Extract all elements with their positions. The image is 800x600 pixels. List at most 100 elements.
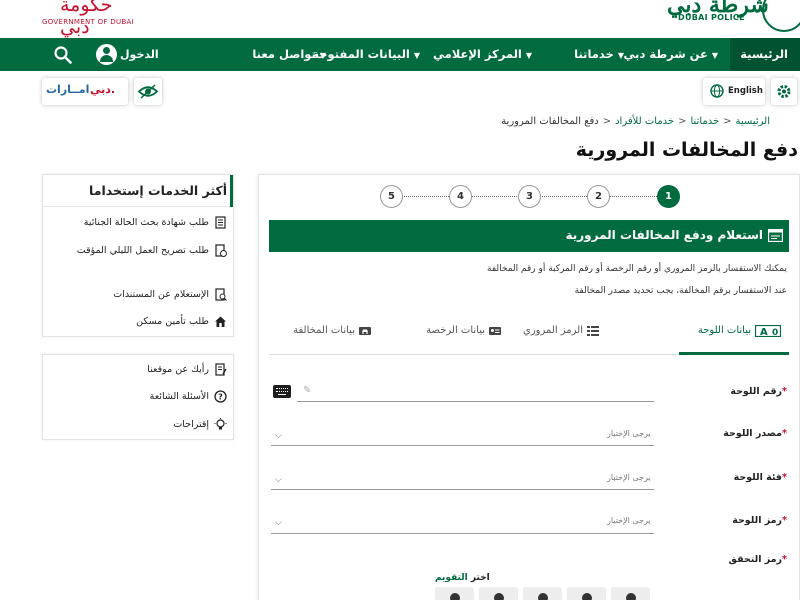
page-title: دفع المخالفات المرورية (575, 139, 798, 161)
government-of-dubai-logo[interactable]: حكومة دبي GOVERNMENT OF DUBAI (40, 0, 134, 38)
captcha-instruction: اختر التقويم (435, 573, 490, 583)
link-suggestions[interactable]: إقتراحات (67, 417, 227, 433)
captcha-image-icon (626, 593, 636, 600)
breadcrumb-current: دفع المخالفات المرورية (501, 116, 599, 127)
step-3: 3 (518, 185, 541, 208)
nav-open-data[interactable]: البيانات المفتوحة ▼ (312, 38, 420, 71)
chevron-down-icon: ⌵ (275, 475, 282, 485)
breadcrumb-home[interactable]: الرئيسية (736, 116, 770, 127)
car-ticket-icon (359, 327, 371, 335)
plate-category-select[interactable] (271, 489, 654, 490)
plate-number-label: رقم اللوحة* (730, 386, 787, 397)
captcha-image-icon (494, 593, 504, 600)
breadcrumb-individual-services[interactable]: خدمات للأفراد (615, 116, 674, 127)
breadcrumb-our-services[interactable]: خدماتنا (690, 116, 719, 127)
police-logo-english: DUBAI POLICE (678, 13, 745, 22)
chevron-down-icon: ▼ (413, 51, 420, 60)
service-documents-inquiry[interactable]: الإستعلام عن المستندات (67, 287, 227, 303)
login-label: الدخول (120, 48, 159, 61)
plate-code-label: رمز اللوحة* (732, 515, 787, 526)
language-label: English (728, 86, 763, 96)
section-banner: استعلام ودفع المخالفات المرورية (269, 220, 789, 252)
chevron-down-icon: ⌵ (275, 518, 282, 528)
step-1: 1 (657, 185, 680, 208)
captcha-option-5[interactable] (611, 587, 650, 600)
plate-code-placeholder: يرجى الإختيار (607, 516, 651, 525)
home-icon (215, 316, 226, 327)
plate-category-placeholder: يرجى الإختيار (607, 473, 651, 482)
plate-icon: A0 (755, 325, 781, 337)
search-icon[interactable] (54, 46, 72, 64)
feedback-links-card: رأيك عن موقعنا ? الأسئلة الشائعة إقتراحا… (42, 354, 234, 440)
id-card-icon (489, 327, 501, 335)
breadcrumb-separator: < (723, 116, 732, 127)
info-text-inquiry-options: يمكنك الاستفسار بالرمز المروري أو رقم ال… (487, 264, 787, 274)
brand-dubai-text: دبي. (90, 83, 116, 96)
eye-icon (137, 84, 159, 99)
plate-code-select[interactable] (271, 533, 654, 534)
nav-our-services[interactable]: خدماتنا ▼ (574, 38, 624, 71)
chevron-down-icon: ▼ (525, 51, 532, 60)
breadcrumb-separator: < (678, 116, 687, 127)
brand-emirates-text: امــارات (46, 83, 90, 96)
nav-media-center[interactable]: المركز الإعلامي ▼ (433, 38, 532, 71)
plate-number-input[interactable] (297, 401, 654, 402)
breadcrumb: الرئيسية<خدماتنا<خدمات للأفراد<دفع المخا… (501, 116, 770, 127)
captcha-image-icon (450, 593, 460, 600)
feedback-form-icon (215, 363, 227, 376)
tab-plate-details[interactable]: A0 بيانات اللوحة (679, 313, 789, 355)
link-website-feedback[interactable]: رأيك عن موقعنا (67, 362, 227, 378)
captcha-option-2[interactable] (479, 587, 518, 600)
header-accent (230, 175, 233, 207)
document-list-icon (215, 216, 226, 229)
virtual-keyboard-icon[interactable] (273, 385, 291, 398)
question-circle-icon: ? (214, 390, 227, 403)
traffic-fines-form-card: 1 2 3 4 5 استعلام ودفع المخالفات المروري… (258, 174, 800, 600)
language-switch-english[interactable]: English (703, 78, 765, 105)
most-used-services-card: أكثر الخدمات إستخداما طلب شهادة بحث الحا… (42, 174, 234, 337)
chevron-down-icon: ▼ (319, 51, 326, 60)
tab-traffic-code[interactable]: الرمز المروري (523, 313, 639, 355)
nav-contact-us[interactable]: تواصل معنا ▼ (252, 38, 326, 71)
dubai-police-logo[interactable]: شرطة دبي DUBAI POLICE (665, 0, 800, 34)
document-card-icon (768, 229, 783, 242)
top-header: حكومة دبي GOVERNMENT OF DUBAI شرطة دبي D… (0, 0, 800, 38)
pencil-icon: ✎ (303, 385, 312, 396)
lightbulb-icon (214, 418, 227, 430)
plate-source-select[interactable] (271, 445, 654, 446)
plate-source-label: مصدر اللوحة* (723, 428, 787, 439)
nav-home[interactable]: الرئيسية (730, 38, 800, 71)
step-4: 4 (449, 185, 472, 208)
service-criminal-status-certificate[interactable]: طلب شهادة بحث الحالة الجنائية (67, 215, 227, 231)
captcha-option-3[interactable] (523, 587, 562, 600)
most-used-services-header: أكثر الخدمات إستخداما (43, 175, 233, 207)
settings-button[interactable] (771, 78, 797, 105)
breadcrumb-separator: < (602, 116, 612, 127)
tab-license-details[interactable]: بيانات الرخصة (399, 313, 509, 355)
captcha-option-1[interactable] (435, 587, 474, 600)
document-search-icon (215, 288, 227, 301)
plate-category-label: فئة اللوحة* (733, 472, 787, 483)
tab-fine-details[interactable]: بيانات المخالفة (269, 313, 379, 355)
captcha-label: رمز التحقق* (728, 554, 788, 565)
gov-logo-english: GOVERNMENT OF DUBAI (42, 18, 134, 26)
dubai-emirates-brand-link[interactable]: دبي. امــارات (42, 78, 128, 105)
most-used-services-title: أكثر الخدمات إستخداما (89, 183, 227, 198)
captcha-option-4[interactable] (567, 587, 606, 600)
step-5: 5 (380, 185, 403, 208)
section-banner-title: استعلام ودفع المخالفات المرورية (565, 228, 763, 242)
accessibility-eye-button[interactable] (134, 78, 162, 105)
service-night-work-permit[interactable]: طلب تصريح العمل الليلي المؤقت (67, 243, 227, 259)
chevron-down-icon: ▼ (617, 51, 624, 60)
link-faq[interactable]: ? الأسئلة الشائعة (67, 389, 227, 405)
globe-icon (710, 84, 724, 98)
nav-about-dubai-police[interactable]: عن شرطة دبي ▼ (624, 38, 719, 71)
service-home-security[interactable]: طلب تأمين مسكن (67, 314, 227, 330)
chevron-down-icon: ▼ (711, 51, 718, 60)
main-navbar: الرئيسية عن شرطة دبي ▼ خدماتنا ▼ المركز ال… (0, 38, 800, 71)
step-2: 2 (587, 185, 610, 208)
inquiry-tabs: A0 بيانات اللوحة الرمز المروري بيانات ال… (269, 313, 789, 355)
police-emblem-icon (762, 0, 800, 32)
svg-text:0: 0 (772, 328, 778, 337)
info-text-fine-source: عند الاستفسار برقم المخالفة، يجب تحديد م… (574, 286, 787, 296)
